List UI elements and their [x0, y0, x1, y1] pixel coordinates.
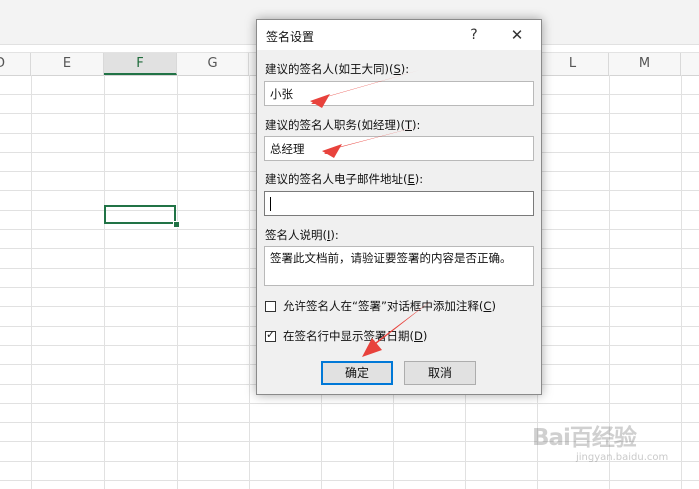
show-date-checkbox[interactable]: ✓ — [265, 328, 276, 342]
watermark-logo: Bai百经验 — [532, 425, 637, 451]
dialog-title: 签名设置 — [266, 30, 315, 44]
column-header-f[interactable]: F — [104, 53, 177, 75]
column-header-m[interactable]: M — [609, 53, 681, 75]
close-button[interactable]: ✕ — [503, 23, 531, 47]
signer-title-label: 建议的签名人职务(如经理)(T): — [265, 118, 421, 132]
instructions-label: 签名人说明(I): — [265, 228, 339, 242]
show-date-option[interactable]: ✓ 在签名行中显示签署日期(D) — [265, 328, 427, 344]
allow-comments-checkbox[interactable] — [265, 301, 276, 312]
allow-comments-option[interactable]: 允许签名人在“签署”对话框中添加注释(C) — [265, 298, 496, 314]
text-caret — [270, 196, 271, 211]
column-header-l[interactable]: L — [537, 53, 609, 75]
cancel-button[interactable]: 取消 — [404, 361, 476, 385]
signer-name-label: 建议的签名人(如王大同)(S): — [265, 62, 410, 76]
checkmark-icon: ✓ — [266, 328, 276, 341]
signer-name-input[interactable]: 小张 — [264, 81, 534, 106]
baidu-jingyan-watermark: Bai百经验 jingyan.baidu.com — [532, 418, 692, 484]
signature-setup-dialog: 签名设置 ? ✕ 建议的签名人(如王大同)(S): 小张 建议的签名人职务(如经… — [256, 19, 542, 395]
active-cell[interactable] — [104, 205, 176, 224]
help-button[interactable]: ? — [461, 23, 487, 47]
column-header-g[interactable]: G — [177, 53, 249, 75]
column-header-d[interactable]: D — [0, 53, 31, 75]
instructions-textarea[interactable]: 签署此文档前，请验证要签署的内容是否正确。 — [264, 246, 534, 286]
signer-email-label: 建议的签名人电子邮件地址(E): — [265, 172, 424, 186]
signer-email-input[interactable] — [264, 191, 534, 216]
dialog-title-bar[interactable]: 签名设置 ? ✕ — [257, 20, 541, 50]
grid-column-line — [177, 75, 178, 489]
ok-button[interactable]: 确定 — [321, 361, 393, 385]
grid-column-line — [104, 75, 105, 489]
column-header-e[interactable]: E — [31, 53, 104, 75]
signer-title-input[interactable]: 总经理 — [264, 136, 534, 161]
fill-handle[interactable] — [173, 221, 180, 228]
grid-column-line — [249, 75, 250, 489]
grid-column-line — [31, 75, 32, 489]
watermark-url: jingyan.baidu.com — [576, 452, 669, 463]
grid-row-line — [0, 403, 699, 404]
